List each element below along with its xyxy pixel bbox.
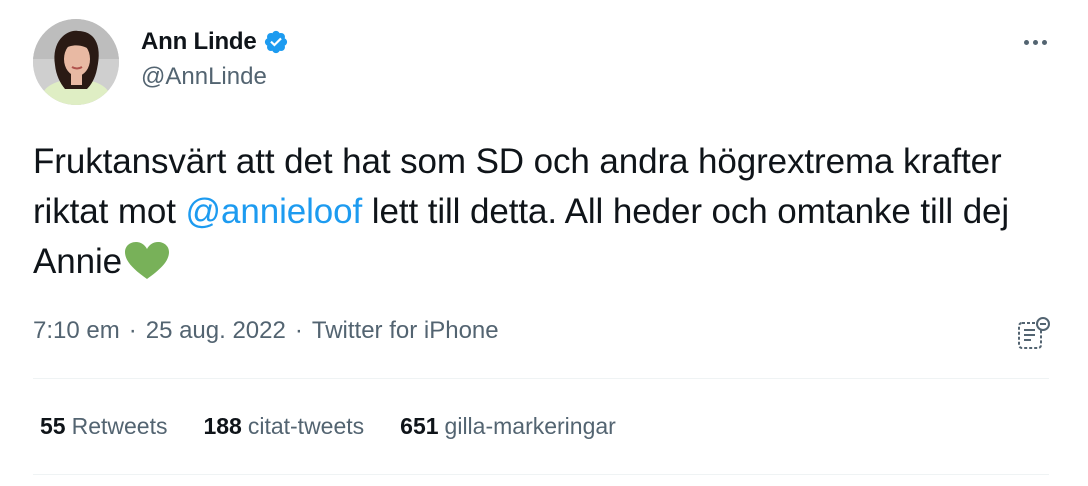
quotes-count: 188 [203, 413, 242, 439]
tweet-text: Fruktansvärt att det hat som SD och andr… [33, 137, 1043, 287]
author-name-row[interactable]: Ann Linde [141, 26, 289, 58]
divider [33, 378, 1049, 379]
likes-count: 651 [400, 413, 439, 439]
likes-label: gilla-markeringar [444, 413, 616, 439]
quotes-stat[interactable]: 188 citat-tweets [203, 413, 364, 440]
author-handle[interactable]: @AnnLinde [141, 63, 267, 91]
tweet-time[interactable]: 7:10 em [33, 317, 120, 345]
retweets-stat[interactable]: 55 Retweets [40, 413, 167, 440]
likes-stat[interactable]: 651 gilla-markeringar [400, 413, 616, 440]
tweet-card: Ann Linde @AnnLinde Fruktansvärt att det… [0, 0, 1088, 486]
divider [33, 474, 1049, 475]
tweet-source[interactable]: Twitter for iPhone [312, 317, 499, 345]
retweets-count: 55 [40, 413, 66, 439]
verified-badge-icon [263, 29, 289, 55]
tweet-stats: 55 Retweets 188 citat-tweets 651 gilla-mark… [40, 413, 652, 440]
more-options-icon[interactable] [1018, 30, 1052, 54]
author-display-name[interactable]: Ann Linde [141, 28, 257, 56]
tweet-analytics-icon[interactable] [1016, 316, 1052, 352]
avatar-image [33, 19, 119, 105]
retweets-label: Retweets [71, 413, 168, 439]
quotes-label: citat-tweets [247, 413, 365, 439]
tweet-metadata: 7:10 em · 25 aug. 2022 · Twitter for iPh… [33, 317, 499, 345]
avatar[interactable] [33, 19, 119, 105]
meta-separator: · [128, 317, 137, 344]
mention-link[interactable]: @annieloof [186, 192, 363, 231]
meta-separator: · [294, 317, 303, 344]
green-heart-icon [123, 241, 171, 281]
tweet-date[interactable]: 25 aug. 2022 [146, 317, 286, 345]
